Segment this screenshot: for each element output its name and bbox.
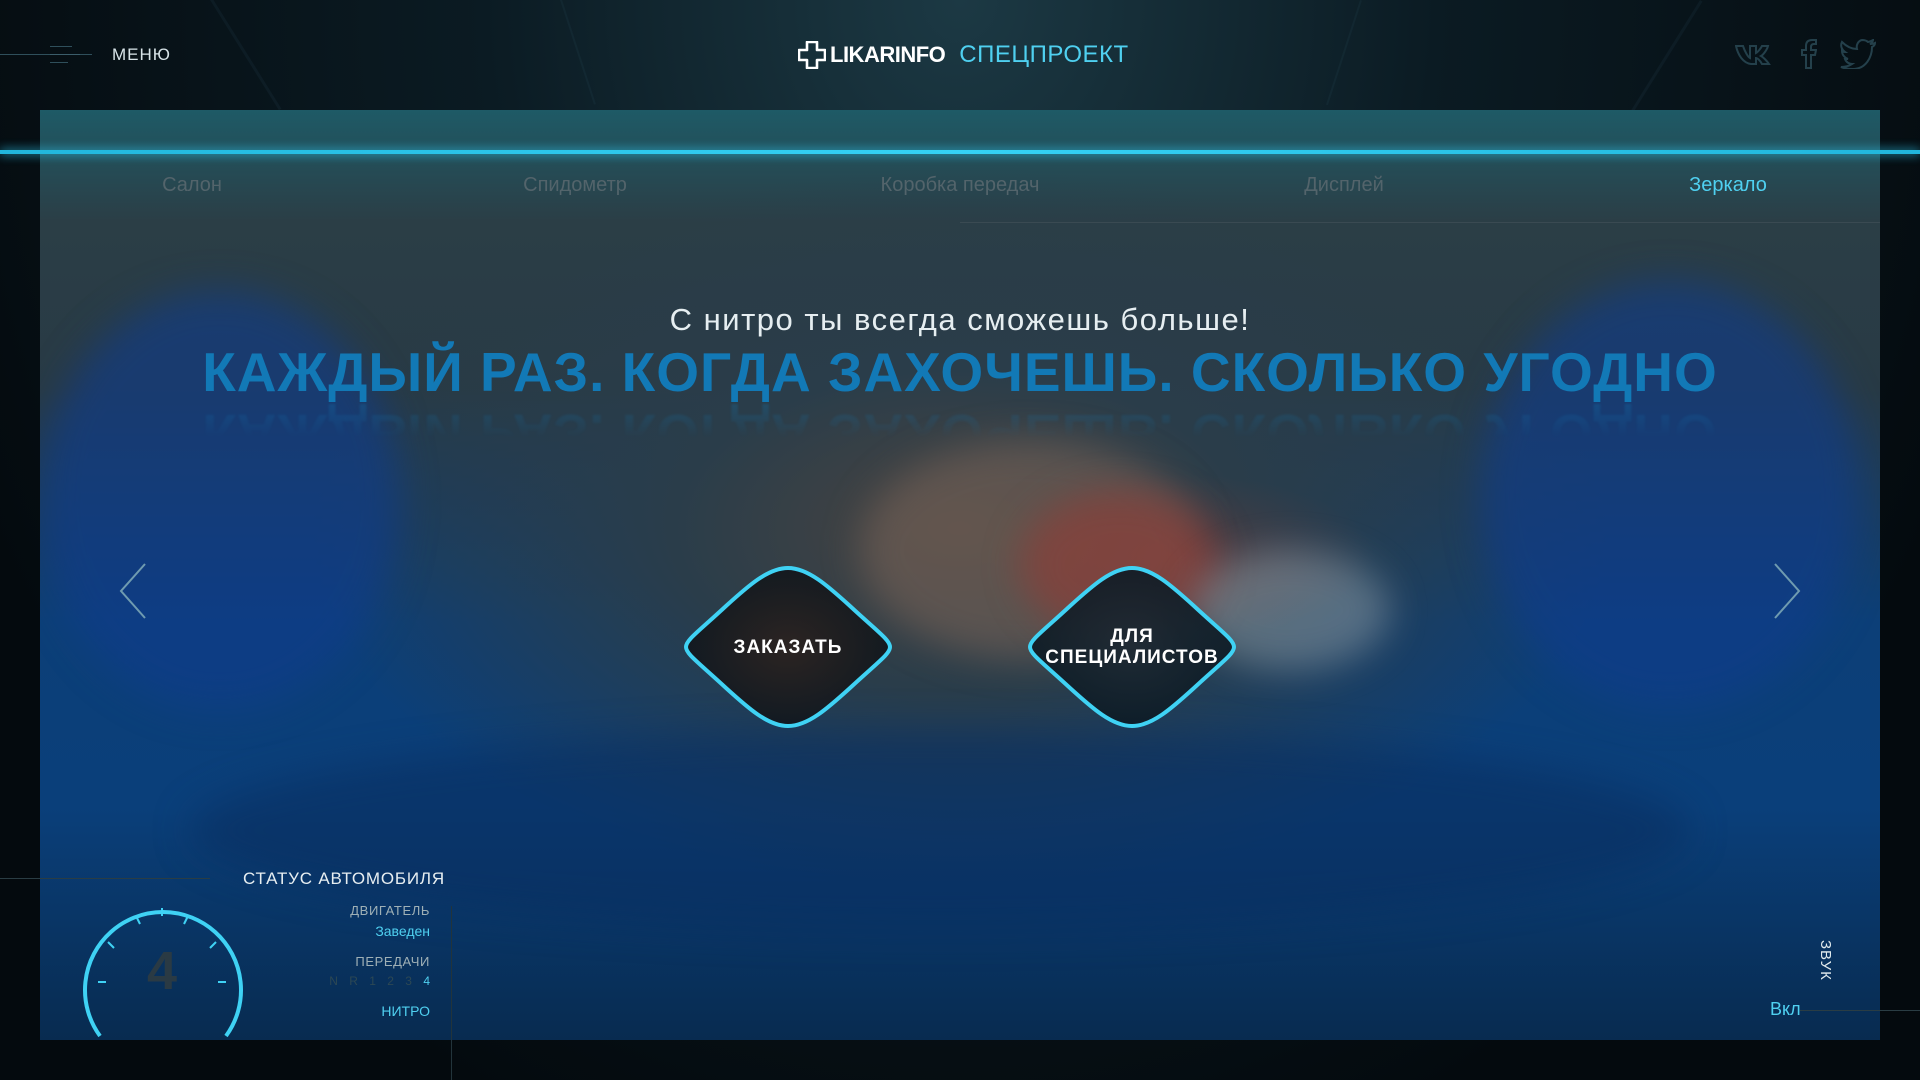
nav-item-gearbox[interactable]: Коробка передач xyxy=(881,174,1040,197)
sound-label: ЗВУК xyxy=(1817,940,1834,981)
order-button-label: ЗАКАЗАТЬ xyxy=(733,636,843,658)
twitter-icon[interactable] xyxy=(1838,38,1878,70)
hero-tagline: С нитро ты всегда сможешь больше! xyxy=(669,302,1251,337)
status-divider-line xyxy=(0,878,210,879)
hero-headline: КАЖДЫЙ РАЗ. КОГДА ЗАХОЧЕШЬ. СКОЛЬКО УГОД… xyxy=(202,341,1718,403)
engine-status-value: Заведен xyxy=(375,923,430,939)
sound-divider-line xyxy=(1800,1010,1920,1011)
gauge-gear-number: 4 xyxy=(146,941,178,1001)
specialists-label-line1: ДЛЯ xyxy=(1110,626,1154,647)
vk-icon[interactable] xyxy=(1734,38,1778,70)
active-nav-underline xyxy=(960,222,1880,223)
brand-logo[interactable]: LIKARINFO СПЕЦПРОЕКТ xyxy=(797,38,1129,72)
status-title: СТАТУС АВТОМОБИЛЯ xyxy=(243,869,445,888)
gear-selector: N R 1 2 3 4 xyxy=(329,974,430,988)
specialists-button[interactable]: ДЛЯ СПЕЦИАЛИСТОВ xyxy=(1022,562,1242,732)
order-button[interactable]: ЗАКАЗАТЬ xyxy=(678,562,898,732)
nitro-label: НИТРО xyxy=(381,1003,430,1019)
nav-item-speedometer[interactable]: Спидометр xyxy=(523,174,627,197)
nav-item-display[interactable]: Дисплей xyxy=(1304,174,1384,197)
top-bar: МЕНЮ LIKARINFO СПЕЦПРОЕКТ xyxy=(0,0,1920,110)
hamburger-icon xyxy=(0,40,92,68)
brand-special-project: СПЕЦПРОЕКТ xyxy=(959,41,1129,68)
facebook-icon[interactable] xyxy=(1794,38,1822,70)
specialists-button-label: ДЛЯ СПЕЦИАЛИСТОВ xyxy=(1022,562,1242,732)
gear-gauge: 4 xyxy=(80,900,244,1040)
next-slide-arrow-icon[interactable] xyxy=(1772,562,1802,620)
gear-options: N R 1 2 3 xyxy=(329,974,416,988)
section-nav: Салон Спидометр Коробка передач Дисплей … xyxy=(40,170,1880,226)
specialists-label-line2: СПЕЦИАЛИСТОВ xyxy=(1045,647,1219,668)
brand-name: LIKARINFO xyxy=(830,42,946,67)
prev-slide-arrow-icon[interactable] xyxy=(118,562,148,620)
progress-accent-line xyxy=(0,150,1920,154)
medical-cross-icon xyxy=(797,40,827,70)
nav-item-mirror[interactable]: Зеркало xyxy=(1689,174,1767,197)
hero-background xyxy=(40,110,1880,1040)
current-gear: 4 xyxy=(423,974,430,988)
sound-toggle[interactable]: Вкл xyxy=(1770,999,1801,1020)
menu-button[interactable]: МЕНЮ xyxy=(0,40,200,68)
menu-label: МЕНЮ xyxy=(112,45,171,64)
nav-item-salon[interactable]: Салон xyxy=(162,174,222,197)
status-vertical-divider xyxy=(451,906,452,1080)
engine-label: ДВИГАТЕЛЬ xyxy=(350,903,430,918)
gears-label: ПЕРЕДАЧИ xyxy=(355,954,430,969)
hero-headline-reflection: КАЖДЫЙ РАЗ. КОГДА ЗАХОЧЕШЬ. СКОЛЬКО УГОД… xyxy=(202,403,1718,465)
